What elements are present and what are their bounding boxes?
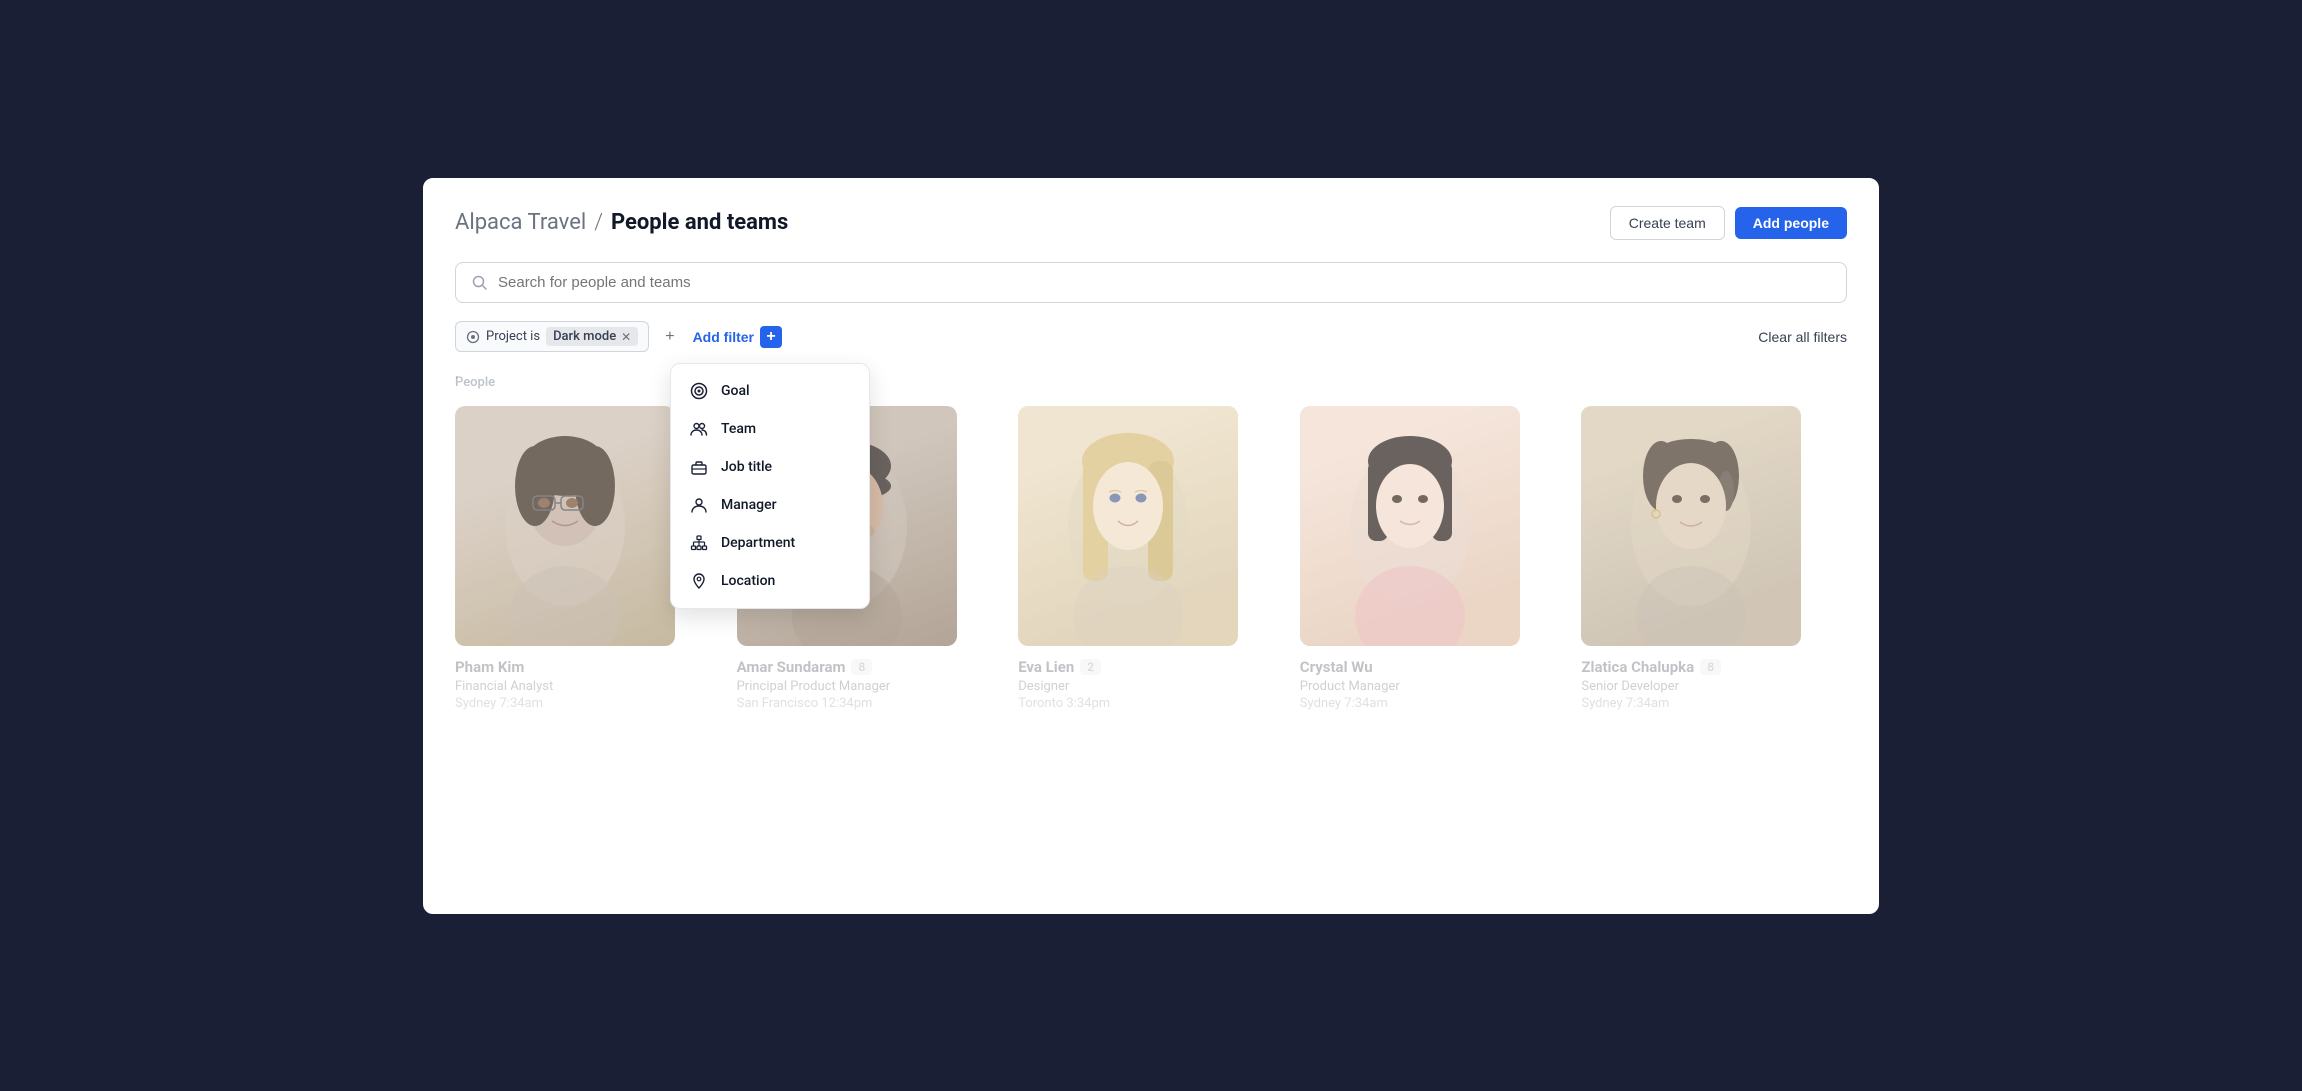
filter-icon	[466, 329, 480, 344]
breadcrumb: Alpaca Travel / People and teams	[455, 210, 788, 235]
search-input[interactable]	[498, 274, 1830, 291]
person-name-pham-kim: Pham Kim	[455, 658, 524, 676]
person-role-crystal-wu: Product Manager	[1300, 679, 1400, 694]
avatar-eva-lien	[1018, 406, 1238, 646]
person-badge-amar: 8	[851, 659, 872, 675]
person-card-zlatica-chalupka[interactable]: Zlatica Chalupka 8 Senior Developer Sydn…	[1581, 406, 1847, 711]
person-name-amar-sundaram: Amar Sundaram 8	[737, 658, 873, 676]
dropdown-item-location[interactable]: Location	[671, 562, 869, 600]
dropdown-item-department[interactable]: Department	[671, 524, 869, 562]
search-icon	[472, 273, 488, 292]
people-grid: Pham Kim Financial Analyst Sydney 7:34am	[455, 406, 1847, 711]
filter-plus-button[interactable]: +	[659, 324, 680, 350]
dropdown-item-department-label: Department	[721, 535, 795, 551]
person-meta-pham-kim: Sydney 7:34am	[455, 696, 543, 711]
app-container: Alpaca Travel / People and teams Create …	[421, 176, 1881, 916]
team-icon	[689, 420, 709, 438]
filter-value: Dark mode ✕	[546, 327, 638, 346]
add-filter-plus-icon: +	[760, 326, 782, 348]
filter-dropdown: Goal Team	[670, 363, 870, 609]
person-badge-eva: 2	[1080, 659, 1101, 675]
page-title: People and teams	[611, 210, 788, 235]
plus-icon: +	[665, 328, 674, 346]
create-team-button[interactable]: Create team	[1610, 206, 1725, 240]
briefcase-icon	[689, 458, 709, 476]
avatar-crystal-wu	[1300, 406, 1520, 646]
dropdown-item-goal-label: Goal	[721, 383, 750, 399]
dropdown-item-team[interactable]: Team	[671, 410, 869, 448]
goal-icon	[689, 382, 709, 400]
search-bar	[455, 262, 1847, 303]
person-role-pham-kim: Financial Analyst	[455, 679, 553, 694]
person-name-crystal-wu: Crystal Wu	[1300, 658, 1373, 676]
add-people-button[interactable]: Add people	[1735, 207, 1847, 239]
filter-remove-button[interactable]: ✕	[621, 330, 631, 344]
person-meta-zlatica-chalupka: Sydney 7:34am	[1581, 696, 1669, 711]
section-label: People	[455, 375, 1847, 390]
person-meta-eva-lien: Toronto 3:34pm	[1018, 696, 1110, 711]
person-meta-amar-sundaram: San Francisco 12:34pm	[737, 696, 873, 711]
person-role-zlatica-chalupka: Senior Developer	[1581, 679, 1679, 694]
person-name-eva-lien: Eva Lien 2	[1018, 658, 1101, 676]
person-badge-zlatica: 8	[1700, 659, 1721, 675]
people-section: People	[455, 375, 1847, 711]
person-meta-crystal-wu: Sydney 7:34am	[1300, 696, 1388, 711]
dropdown-item-goal[interactable]: Goal	[671, 372, 869, 410]
location-icon	[689, 572, 709, 590]
app-name: Alpaca Travel	[455, 210, 586, 235]
filter-row: Project is Dark mode ✕ + Add filter + Cl…	[455, 321, 1847, 353]
avatar-pham-kim	[455, 406, 675, 646]
person-card-crystal-wu[interactable]: Crystal Wu Product Manager Sydney 7:34am	[1300, 406, 1566, 711]
breadcrumb-separator: /	[594, 210, 603, 235]
person-icon	[689, 496, 709, 514]
person-name-zlatica-chalupka: Zlatica Chalupka 8	[1581, 658, 1721, 676]
filter-label: Project is	[486, 329, 540, 344]
clear-filters-button[interactable]: Clear all filters	[1758, 329, 1847, 345]
header-actions: Create team Add people	[1610, 206, 1847, 240]
dropdown-item-job-title[interactable]: Job title	[671, 448, 869, 486]
hierarchy-icon	[689, 534, 709, 552]
dropdown-item-team-label: Team	[721, 421, 756, 437]
dropdown-item-manager[interactable]: Manager	[671, 486, 869, 524]
person-card-eva-lien[interactable]: Eva Lien 2 Designer Toronto 3:34pm	[1018, 406, 1284, 711]
avatar-zlatica-chalupka	[1581, 406, 1801, 646]
add-filter-button[interactable]: Add filter +	[691, 321, 784, 353]
page-header: Alpaca Travel / People and teams Create …	[455, 206, 1847, 240]
person-role-amar-sundaram: Principal Product Manager	[737, 679, 891, 694]
project-filter-chip: Project is Dark mode ✕	[455, 321, 649, 352]
dropdown-item-location-label: Location	[721, 573, 775, 589]
person-role-eva-lien: Designer	[1018, 679, 1069, 694]
add-filter-label: Add filter	[693, 329, 754, 345]
dropdown-item-manager-label: Manager	[721, 497, 777, 513]
dropdown-item-job-title-label: Job title	[721, 459, 772, 475]
